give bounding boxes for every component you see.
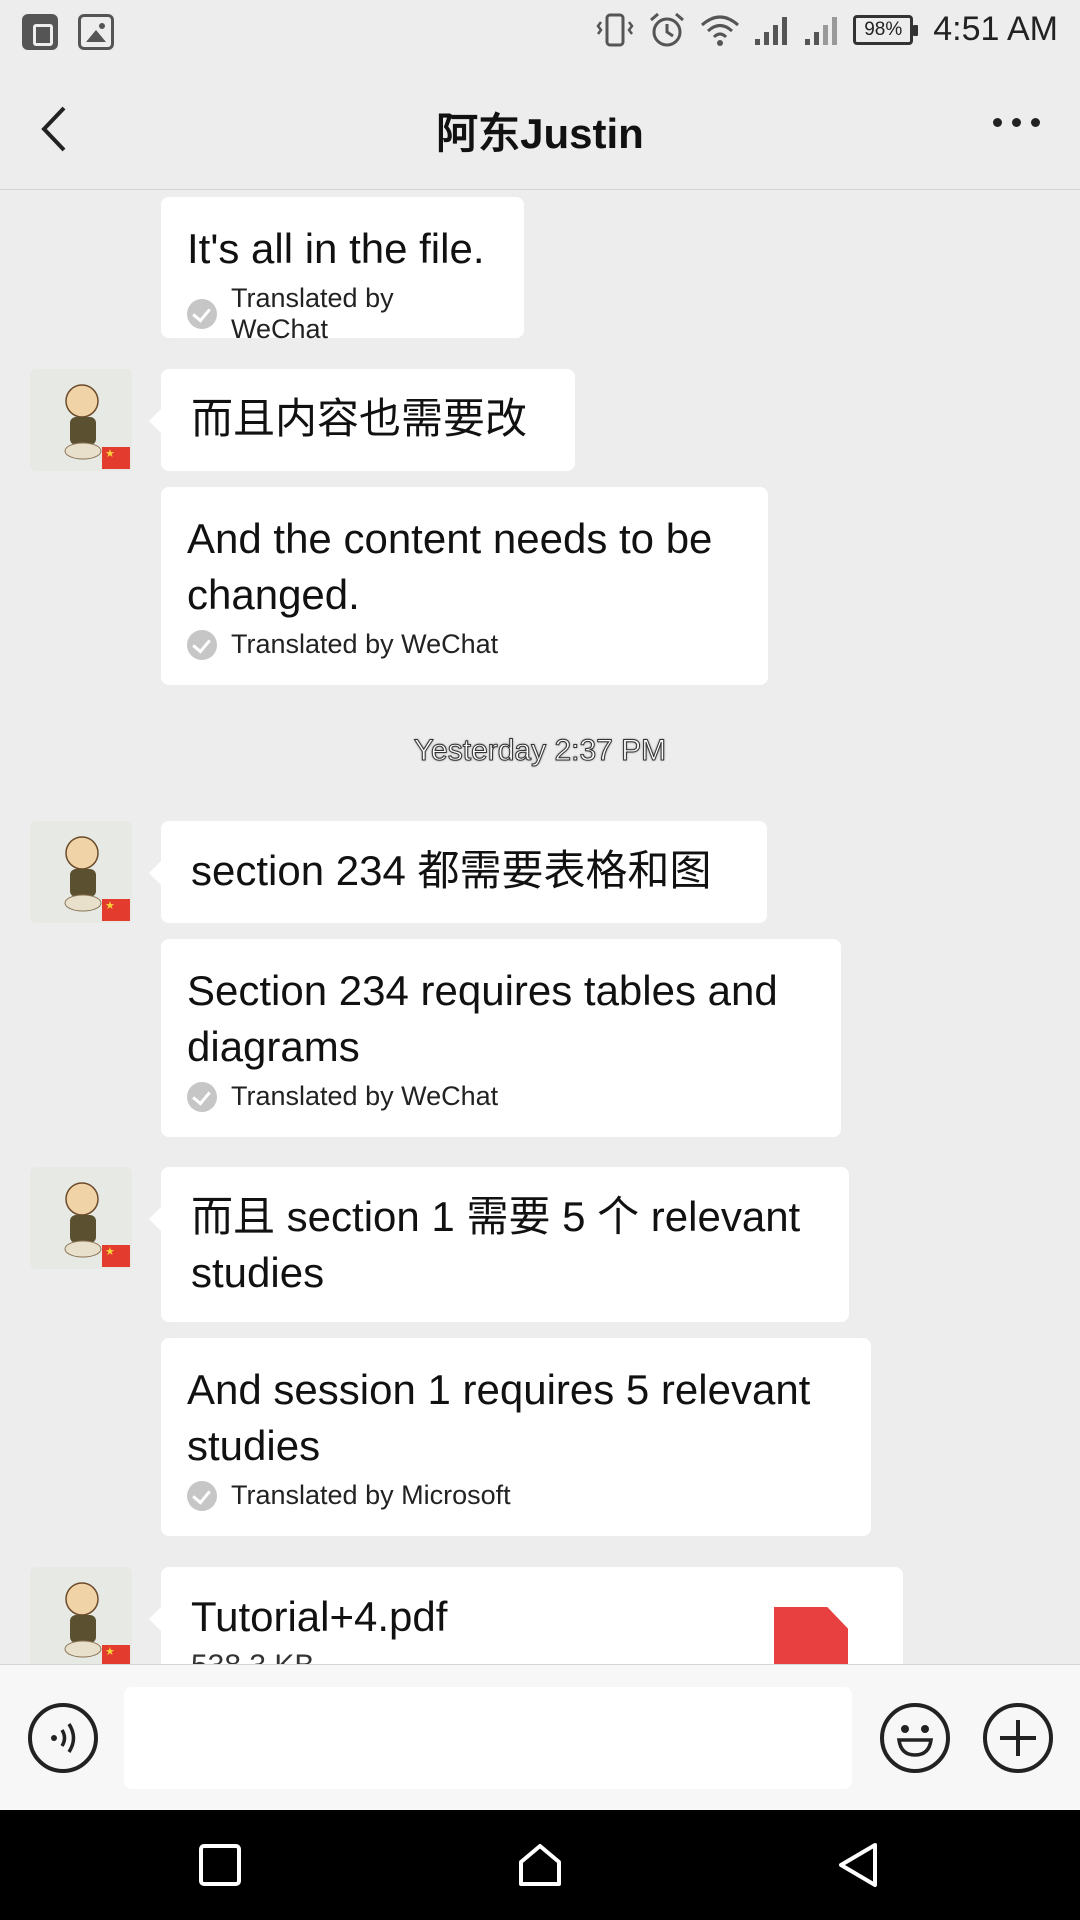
message-text: section 234 都需要表格和图 xyxy=(191,847,712,894)
vibrate-icon xyxy=(596,13,634,46)
wifi-icon xyxy=(701,15,740,46)
home-button[interactable] xyxy=(515,1840,565,1890)
translation-text: Section 234 requires tables and diagrams xyxy=(187,967,778,1070)
image-icon xyxy=(78,14,114,50)
alarm-icon xyxy=(650,12,685,46)
avatar[interactable] xyxy=(30,1167,132,1269)
chat-title: 阿东Justin xyxy=(436,110,644,157)
voice-icon xyxy=(51,1723,76,1753)
translation-note: Translated by WeChat xyxy=(187,1081,815,1112)
status-bar: 98% 4:51 AM xyxy=(0,0,1080,66)
recents-icon xyxy=(199,1844,241,1886)
file-message[interactable]: Tutorial+4.pdf 538.3 KB PDF xyxy=(149,1567,903,1664)
more-icon xyxy=(993,118,1002,127)
chat-header: 阿东Justin xyxy=(0,66,1080,190)
translation-bubble[interactable]: Section 234 requires tables and diagrams… xyxy=(161,939,841,1137)
emoji-button[interactable] xyxy=(880,1703,950,1773)
translation-text: And the content needs to be changed. xyxy=(187,515,713,618)
message-text: 而且内容也需要改 xyxy=(191,395,528,442)
check-icon xyxy=(187,1081,217,1112)
check-icon xyxy=(187,1480,217,1511)
home-icon xyxy=(519,1844,561,1886)
navigation-bar xyxy=(0,1810,1080,1920)
nav-back-button[interactable] xyxy=(833,1840,883,1890)
translation-text: It's all in the file. xyxy=(187,225,485,272)
signal-icon-2 xyxy=(805,16,838,45)
message-bubble[interactable]: 而且内容也需要改 xyxy=(149,369,575,471)
message-input[interactable] xyxy=(124,1687,852,1789)
translation-note: Translated by WeChat xyxy=(187,283,498,345)
china-flag-icon xyxy=(102,447,130,469)
china-flag-icon xyxy=(102,1245,130,1267)
more-button[interactable] xyxy=(993,118,1040,127)
message-bubble[interactable]: section 234 都需要表格和图 xyxy=(149,821,767,923)
check-icon xyxy=(187,629,217,660)
avatar[interactable] xyxy=(30,369,132,471)
chat-messages[interactable]: It's all in the file. Translated by WeCh… xyxy=(0,190,1080,1664)
file-name: Tutorial+4.pdf xyxy=(191,1593,448,1640)
china-flag-icon xyxy=(102,899,130,921)
translation-note: Translated by WeChat xyxy=(187,629,742,660)
china-flag-icon xyxy=(102,1645,130,1664)
timestamp: Yesterday 2:37 PM xyxy=(413,734,667,768)
status-time: 4:51 AM xyxy=(933,10,1058,48)
message-text: 而且 section 1 需要 5 个 relevant studies xyxy=(191,1193,801,1296)
message-bubble[interactable]: 而且 section 1 需要 5 个 relevant studies xyxy=(149,1167,849,1322)
voice-button[interactable] xyxy=(28,1703,98,1773)
input-bar xyxy=(0,1664,1080,1810)
translation-note: Translated by Microsoft xyxy=(187,1480,845,1511)
translation-bubble[interactable]: And the content needs to be changed. Tra… xyxy=(161,487,768,685)
signal-icon xyxy=(755,16,788,45)
file-icon xyxy=(22,14,58,50)
plus-button[interactable] xyxy=(983,1703,1053,1773)
avatar[interactable] xyxy=(30,821,132,923)
back-icon xyxy=(839,1843,877,1887)
avatar[interactable] xyxy=(30,1567,132,1664)
translation-text: And session 1 requires 5 relevant studie… xyxy=(187,1366,811,1469)
translation-bubble[interactable]: It's all in the file. Translated by WeCh… xyxy=(161,197,524,344)
file-size: 538.3 KB xyxy=(191,1649,873,1664)
emoji-icon xyxy=(897,1725,933,1757)
battery-indicator: 98% xyxy=(853,14,919,45)
translation-bubble[interactable]: And session 1 requires 5 relevant studie… xyxy=(161,1338,871,1536)
check-icon xyxy=(187,299,217,329)
recents-button[interactable] xyxy=(195,1840,245,1890)
